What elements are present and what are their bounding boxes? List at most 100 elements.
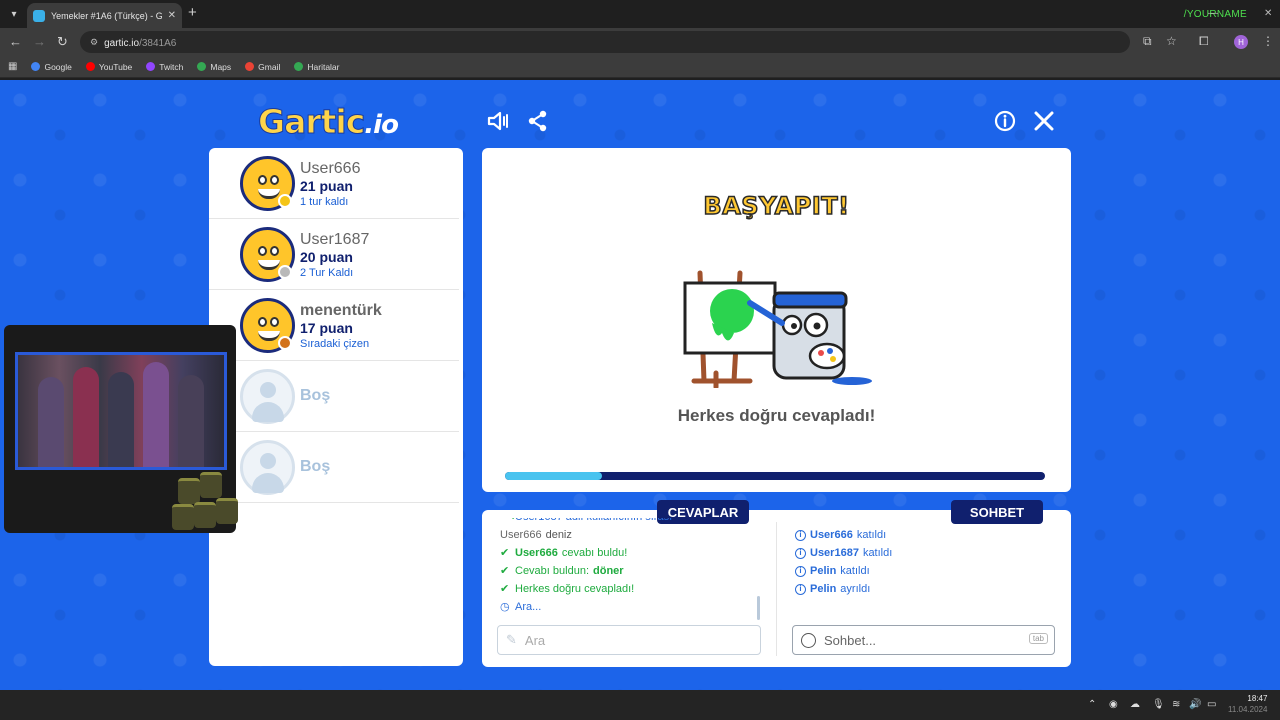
answer-input-placeholder: Ara [524,632,546,648]
back-icon[interactable]: ← [9,34,22,50]
maps-icon [197,62,207,71]
profile-avatar[interactable]: H [1234,35,1248,49]
result-title: BAŞYAPIT! [703,191,850,221]
sound-icon[interactable] [485,108,511,134]
url-path: /3841A6 [139,38,177,49]
empty-slot: Boş [209,432,459,503]
player-score: 20 puan [300,249,353,265]
google-icon [31,62,41,71]
list-item: i User666 katıldı [795,526,1055,544]
list-item: ⟶User1687 adlı kullanıcının sırası [500,518,768,526]
close-tab-icon[interactable]: ✕ [168,10,176,21]
tab-search-icon[interactable]: ▾ [5,5,23,23]
list-item: User666 deniz [500,529,572,541]
progress-fill [505,472,603,480]
url-host: gartic.io [104,38,140,49]
microphone-icon[interactable]: 🎙 [1152,699,1165,710]
tab-title: Yemekler #1A6 (Türkçe) - Gartic.io [51,10,162,21]
list-item: i Pelin katıldı [795,562,1055,580]
answer-input[interactable]: ✎ Ara [497,625,761,655]
answers-list: ⟶User1687 adlı kullanıcının sırası User6… [500,518,768,620]
bookmark-youtube[interactable]: YouTube [85,62,132,72]
volume-icon[interactable]: 🔊 [1189,699,1201,710]
maps-pin-icon [294,62,304,71]
chat-bubble-icon [801,632,816,648]
twitch-icon [146,62,156,71]
battery-icon[interactable]: ▭ [1207,699,1216,710]
pencil-icon: ✎ [506,632,517,647]
drawing-panel: BAŞYAPIT! Herkes doğru cevapladı! [482,148,1071,492]
rank-badge [278,336,292,350]
check-icon: ✔ [500,547,510,559]
close-icon[interactable] [1031,108,1057,134]
tray-app-icon[interactable]: ◉ [1109,699,1118,710]
info-icon: i [795,565,806,577]
extensions-icon[interactable]: ⧠ [1199,34,1209,49]
player-status: 2 Tur Kaldı [300,267,354,279]
info-icon: i [795,529,806,541]
player-status: Sıradaki çizen [300,338,370,350]
answers-chat-panel: CEVAPLAR SOHBET ⟶User1687 adlı kullanıcı… [482,500,1071,667]
empty-slot-label: Boş [300,387,331,404]
share-icon[interactable] [525,108,551,134]
tray-chevron-icon[interactable]: ⌃ [1088,699,1096,710]
result-message: Herkes doğru cevapladı! [677,406,876,425]
list-item: ✔ User666 cevabı buldu! [500,544,768,562]
gmail-icon [245,62,255,71]
minimize-icon[interactable]: — [1208,8,1218,19]
gartic-logo: Gartic.io [257,102,398,142]
address-bar-row: ← → ↻ ⚙ gartic.io/3841A6 ⧉ ☆ ⧠ ⋮ [0,28,1280,56]
cloud-icon[interactable]: ☁ [1130,699,1140,710]
webcam-video [15,352,227,470]
reload-icon[interactable]: ↻ [57,34,68,50]
player-row: menentürk 17 puan Sıradaki çizen [209,290,459,361]
masterpiece-illustration-icon [682,263,882,390]
gartic-favicon-icon [33,9,45,22]
info-icon: i [795,547,806,559]
bookmark-haritalar[interactable]: Haritalar [294,62,340,72]
empty-avatar-icon [240,369,295,424]
barrels-decoration-icon [170,472,240,534]
check-icon: ✔ [500,565,510,577]
bookmark-maps[interactable]: Maps [197,62,231,72]
info-icon[interactable] [992,108,1018,134]
browser-tab[interactable]: Yemekler #1A6 (Türkçe) - Gartic.io ✕ [27,3,182,28]
check-icon: ✔ [500,583,510,595]
window-close-icon[interactable]: ✕ [1264,8,1272,19]
bookmarks-bar: ▦ Google YouTube Twitch Maps Gmail Harit… [0,56,1280,78]
system-clock[interactable]: 18:47 11.04.2024 [1228,693,1267,715]
taskbar: ⌃ ◉ ☁ 🎙 ≋ 🔊 ▭ 18:47 11.04.2024 [0,690,1280,720]
tab-chat[interactable]: SOHBET [951,500,1043,524]
forward-icon[interactable]: → [33,34,46,50]
menu-dots-icon[interactable]: ⋮ [1262,34,1274,48]
list-item: ✔ Herkes doğru cevapladı! [500,580,768,598]
apps-grid-icon[interactable]: ▦ [8,61,17,72]
list-item: ◷ Ara... [500,598,768,616]
player-name: User666 [300,160,361,177]
tab-shortcut-hint: tab [1028,633,1048,644]
list-item: i Pelin ayrıldı [795,580,1055,598]
answers-scrollbar[interactable] [757,596,760,620]
new-tab-button[interactable]: + [188,5,197,21]
player-status: 1 tur kaldı [300,196,349,208]
bookmark-twitch[interactable]: Twitch [146,62,183,72]
site-info-icon[interactable]: ⚙ [90,37,98,48]
bookmark-star-icon[interactable]: ☆ [1166,34,1177,48]
player-score: 17 puan [300,320,353,336]
wifi-icon[interactable]: ≋ [1172,699,1180,710]
player-row: User666 21 puan 1 tur kaldı [209,148,459,219]
bookmark-gmail[interactable]: Gmail [245,62,280,72]
player-row: User1687 20 puan 2 Tur Kaldı [209,219,459,290]
rank-badge [278,194,292,208]
players-panel: User666 21 puan 1 tur kaldı User1687 20 … [209,148,463,666]
cast-icon[interactable]: ⧉ [1143,34,1152,49]
empty-slot-label: Boş [300,458,331,475]
player-name: User1687 [300,231,370,248]
player-score: 21 puan [300,178,353,194]
turn-progress-bar [505,472,1045,480]
bookmark-google[interactable]: Google [31,62,72,72]
chat-input[interactable]: Sohbet... tab [792,625,1055,655]
url-field[interactable]: ⚙ gartic.io/3841A6 [80,31,1130,53]
empty-avatar-icon [240,440,295,495]
chat-input-placeholder: Sohbet... [824,632,877,648]
